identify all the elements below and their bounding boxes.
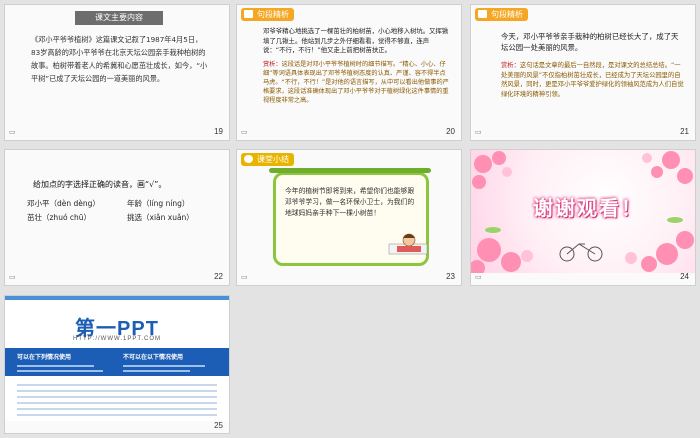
book-icon <box>478 10 487 18</box>
slide-content: 给加点的字选择正确的读音，画“√”。 邓小平（dèn dèng） 年龄（líng … <box>5 150 229 273</box>
top-stripe <box>5 296 229 300</box>
section-tag: 句段精析 <box>475 8 528 21</box>
section-tag: 课堂小结 <box>241 153 294 166</box>
analysis-label: 赏析： <box>501 62 520 69</box>
pinyin-item[interactable]: 年龄（líng níng） <box>127 199 189 208</box>
terms-panel: 可以在下列情况使用 不可以在以下情况使用 <box>5 348 229 421</box>
slide-thumbnail-25[interactable]: 第一PPT HTTP://WWW.1PPT.COM 可以在下列情况使用 不可以在… <box>4 295 230 434</box>
slide-content: 课文主要内容 《邓小平爷爷植树》这篇课文记叙了1987年4月5日，83岁高龄的邓… <box>5 5 229 128</box>
forbidden-lines <box>123 362 219 375</box>
slide-icon: ▭ <box>9 128 16 136</box>
slide-icon: ▭ <box>241 128 248 136</box>
slide-number: 21 <box>680 127 689 136</box>
pinyin-item[interactable]: 茁壮（zhuó chū） <box>27 212 127 223</box>
passage-text: 邓爷爷精心地挑选了一棵茁壮的柏树苗，小心地移入树坑。又挥锹填了几锹土。他站到几步… <box>263 27 449 54</box>
slide-content: 句段精析 邓爷爷精心地挑选了一棵茁壮的柏树苗，小心地移入树坑。又挥锹填了几锹土。… <box>237 5 461 128</box>
slide-content: 课堂小结 今年的植树节即将到来，希望你们也能够跟邓爷爷学习，做一名环保小卫士，为… <box>237 150 461 273</box>
slide-icon: ▭ <box>475 273 482 281</box>
link-list <box>5 376 229 421</box>
slide-number: 20 <box>446 127 455 136</box>
slide-number: 22 <box>214 272 223 281</box>
slide-number: 24 <box>680 272 689 281</box>
analysis-text: 这段话是对邓小平爷爷植树时的细节描写。“精心、小心、仔细”等词语具体表现出了邓爷… <box>263 61 449 104</box>
section-tag: 句段精析 <box>241 8 294 21</box>
slide-thumbnail-22[interactable]: 给加点的字选择正确的读音，画“√”。 邓小平（dèn dèng） 年龄（líng … <box>4 149 230 286</box>
slide-thumbnail-19[interactable]: 课文主要内容 《邓小平爷爷植树》这篇课文记叙了1987年4月5日，83岁高龄的邓… <box>4 4 230 141</box>
summary-text: 今年的植树节即将到来，希望你们也能够跟邓爷爷学习，做一名环保小卫士，为我们的地球… <box>285 187 415 217</box>
forbidden-title: 不可以在以下情况使用 <box>123 354 184 361</box>
reading-kid-illustration <box>387 232 431 258</box>
analysis-block: 赏析：这句话是文章的最后一自然段，是对课文的总结总结。“一处美丽的风景”不仅指柏… <box>501 61 685 99</box>
slide-number: 25 <box>214 421 223 430</box>
analysis-text: 这句话是文章的最后一自然段，是对课文的总结总结。“一处美丽的风景”不仅指柏树茁壮… <box>501 62 684 98</box>
brand-url: HTTP://WWW.1PPT.COM <box>73 336 161 342</box>
pinyin-item[interactable]: 挑选（xiǎn xuǎn） <box>127 213 194 222</box>
scroll-cap-top <box>269 168 431 173</box>
analysis-block: 赏析：这段话是对邓小平爷爷植树时的细节描写。“精心、小心、仔细”等词语具体表现出… <box>263 60 451 105</box>
summary-text: 《邓小平爷爷植树》这篇课文记叙了1987年4月5日，83岁高龄的邓小平爷爷在北京… <box>31 35 208 83</box>
allowed-lines <box>17 362 113 375</box>
allowed-title: 可以在下列情况使用 <box>17 354 72 361</box>
section-tag-label: 句段精析 <box>257 10 289 19</box>
question-text: 给加点的字选择正确的读音，画“√”。 <box>33 180 167 189</box>
slide-number: 23 <box>446 272 455 281</box>
section-tag-label: 句段精析 <box>491 10 523 19</box>
title-text: 课文主要内容 <box>95 13 143 22</box>
analysis-label: 赏析： <box>263 61 282 68</box>
slide-icon: ▭ <box>241 273 248 281</box>
slide-thumbnail-23[interactable]: 课堂小结 今年的植树节即将到来，希望你们也能够跟邓爷爷学习，做一名环保小卫士，为… <box>236 149 462 286</box>
passage-text: 今天，邓小平爷爷亲手栽种的柏树已经长大了，成了天坛公园一处美丽的风景。 <box>501 32 679 52</box>
lightbulb-icon <box>244 155 253 163</box>
slide-thumbnail-20[interactable]: 句段精析 邓爷爷精心地挑选了一棵茁壮的柏树苗，小心地移入树坑。又挥锹填了几锹土。… <box>236 4 462 141</box>
thanks-text: 谢谢观看！ <box>533 196 643 220</box>
slide-thumbnail-21[interactable]: 句段精析 今天，邓小平爷爷亲手栽种的柏树已经长大了，成了天坛公园一处美丽的风景。… <box>470 4 696 141</box>
pinyin-row-1: 邓小平（dèn dèng） 年龄（líng níng） <box>27 198 227 209</box>
slide-content: 第一PPT HTTP://WWW.1PPT.COM 可以在下列情况使用 不可以在… <box>5 296 229 421</box>
slide-icon: ▭ <box>9 273 16 281</box>
section-tag-label: 课堂小结 <box>257 155 289 164</box>
title-banner: 课文主要内容 <box>75 11 163 25</box>
pinyin-row-2: 茁壮（zhuó chū） 挑选（xiǎn xuǎn） <box>27 212 227 223</box>
book-icon <box>244 10 253 18</box>
slide-content: 句段精析 今天，邓小平爷爷亲手栽种的柏树已经长大了，成了天坛公园一处美丽的风景。… <box>471 5 695 128</box>
slide-thumbnail-24[interactable]: 谢谢观看！ ▭ 24 <box>470 149 696 286</box>
pinyin-item[interactable]: 邓小平（dèn dèng） <box>27 198 127 209</box>
slide-number: 19 <box>214 127 223 136</box>
slide-icon: ▭ <box>475 128 482 136</box>
slide-content: 谢谢观看！ <box>471 150 695 273</box>
